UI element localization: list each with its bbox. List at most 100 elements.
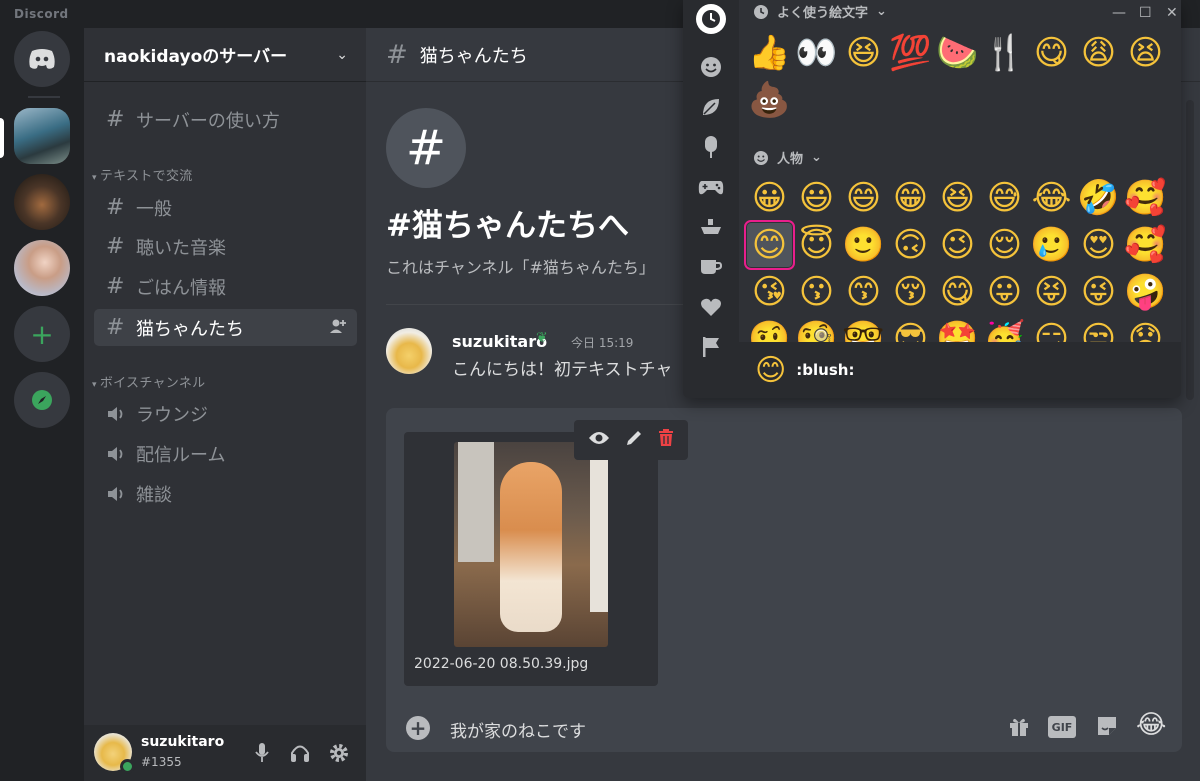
emoji-button[interactable]: 😝 [1029,270,1074,314]
pencil-icon[interactable] [625,429,643,451]
emoji-button[interactable]: 😌 [982,223,1027,267]
people-emoji-row: 😊 😇 🙂 🙃 😉 😌 🥲 😍 🥰 [744,220,1168,270]
emoji-button[interactable]: 😁 [888,176,933,220]
scrollbar[interactable] [1186,100,1194,400]
emoji-button[interactable]: 😏 [1029,317,1074,342]
message-author[interactable]: suzukitaro [452,332,547,351]
microphone-icon[interactable] [254,742,270,768]
emoji-button[interactable]: 😩 [1076,31,1121,75]
emoji-button[interactable]: 👀 [794,31,839,75]
sticker-icon[interactable] [1096,715,1118,741]
emoji-button[interactable]: 🙃 [888,223,933,267]
popsicle-icon[interactable] [698,134,724,160]
emoji-button[interactable]: 😒 [1076,317,1121,342]
server-header[interactable]: naokidayoのサーバー ⌄ [84,28,366,82]
emoji-button[interactable]: 😇 [794,223,839,267]
gear-icon[interactable] [328,742,350,768]
message-avatar[interactable] [386,328,432,374]
coffee-icon[interactable] [698,254,724,280]
emoji-button[interactable]: 🤪 [1123,270,1168,314]
emoji-button[interactable]: 🥰 [1123,176,1168,220]
channel-general[interactable]: # 一般 [94,189,357,226]
people-section-title[interactable]: 人物 ⌄ [753,148,822,167]
close-icon[interactable]: ✕ [1166,5,1178,21]
emoji-button[interactable]: 😞 [1123,317,1168,342]
emoji-button[interactable]: 💩 [747,78,792,122]
emoji-button[interactable]: 😅 [982,176,1027,220]
channel-food[interactable]: # ごはん情報 [94,268,357,305]
emoji-button[interactable]: 😍 [1076,223,1121,267]
emoji-button[interactable]: 😄 [841,176,886,220]
add-server-button[interactable]: + [14,306,70,362]
emoji-button[interactable]: 😙 [841,270,886,314]
hash-icon: # [106,315,125,340]
emoji-button[interactable]: 🙂 [841,223,886,267]
message-input[interactable]: 我が家のねこです [450,717,950,742]
emoji-button[interactable]: 😚 [888,270,933,314]
flag-icon[interactable] [698,334,724,360]
trash-icon[interactable] [658,429,674,451]
emoji-button[interactable]: 🥰 [1123,223,1168,267]
maximize-icon[interactable]: ☐ [1139,5,1152,21]
hash-icon: # [386,39,408,70]
channel-music[interactable]: # 聴いた音楽 [94,228,357,265]
emoji-button[interactable]: 😋 [935,270,980,314]
server-icon-1[interactable] [14,108,70,164]
emoji-button[interactable]: 🧐 [794,317,839,342]
emoji-button[interactable]: 😘 [747,270,792,314]
ship-icon[interactable] [698,214,724,240]
upload-plus-button[interactable]: + [406,716,430,740]
emoji-button[interactable]: 👍 [747,31,792,75]
gamepad-icon[interactable] [698,174,724,200]
emoji-button[interactable]: 😆 [935,176,980,220]
voice-channel-chat[interactable]: 雑談 [94,475,357,512]
server-icon-2[interactable] [14,174,70,230]
emoji-button[interactable]: 😫 [1123,31,1168,75]
headphones-icon[interactable] [289,742,311,768]
emoji-button[interactable]: 😛 [982,270,1027,314]
rail-separator [28,96,60,98]
frequent-emoji-row: 💩 [747,78,792,122]
emoji-picker-button[interactable]: 😂 [1136,712,1166,738]
channel-cats[interactable]: # 猫ちゃんたち [94,309,357,346]
emoji-button[interactable]: 😉 [935,223,980,267]
channel-label: 雑談 [136,484,172,506]
emoji-button[interactable]: 🤨 [747,317,792,342]
eye-icon[interactable] [588,430,610,450]
emoji-button[interactable]: 😀 [747,176,792,220]
emoji-button[interactable]: 😃 [794,176,839,220]
emoji-button[interactable]: 😜 [1076,270,1121,314]
emoji-button[interactable]: 😎 [888,317,933,342]
frequent-section-title[interactable]: よく使う絵文字 ⌄ [753,2,887,21]
voice-channel-lounge[interactable]: ラウンジ [94,395,357,432]
emoji-button[interactable]: 😆 [841,31,886,75]
emoji-button[interactable]: 🤣 [1076,176,1121,220]
category-voice[interactable]: ▾ ボイスチャンネル [92,372,205,391]
emoji-button[interactable]: 🥲 [1029,223,1074,267]
channel-server-guide[interactable]: # サーバーの使い方 [94,101,357,138]
emoji-button[interactable]: 😂 [1029,176,1074,220]
home-button[interactable] [14,31,70,87]
avatar[interactable] [94,733,135,774]
gift-icon[interactable] [1008,715,1030,741]
minimize-icon[interactable]: — [1112,5,1126,21]
explore-servers-button[interactable] [14,372,70,428]
category-text[interactable]: ▾ テキストで交流 [92,165,193,184]
voice-channel-stream[interactable]: 配信ルーム [94,435,357,472]
emoji-button[interactable]: 🍴 [982,31,1027,75]
emoji-button[interactable]: 🥳 [982,317,1027,342]
emoji-button[interactable]: 😋 [1029,31,1074,75]
clock-icon[interactable] [696,4,726,34]
emoji-button[interactable]: 🤩 [935,317,980,342]
emoji-button[interactable]: 🤓 [841,317,886,342]
smiley-category-icon[interactable] [698,54,724,80]
emoji-button[interactable]: 🍉 [935,31,980,75]
server-icon-3[interactable] [14,240,70,296]
heart-icon[interactable] [698,294,724,320]
emoji-button[interactable]: 😗 [794,270,839,314]
gif-button[interactable]: GIF [1048,716,1076,738]
emoji-button[interactable]: 😊 [744,220,795,270]
add-member-icon[interactable] [329,318,347,338]
leaf-icon[interactable] [698,94,724,120]
emoji-button[interactable]: 💯 [888,31,933,75]
